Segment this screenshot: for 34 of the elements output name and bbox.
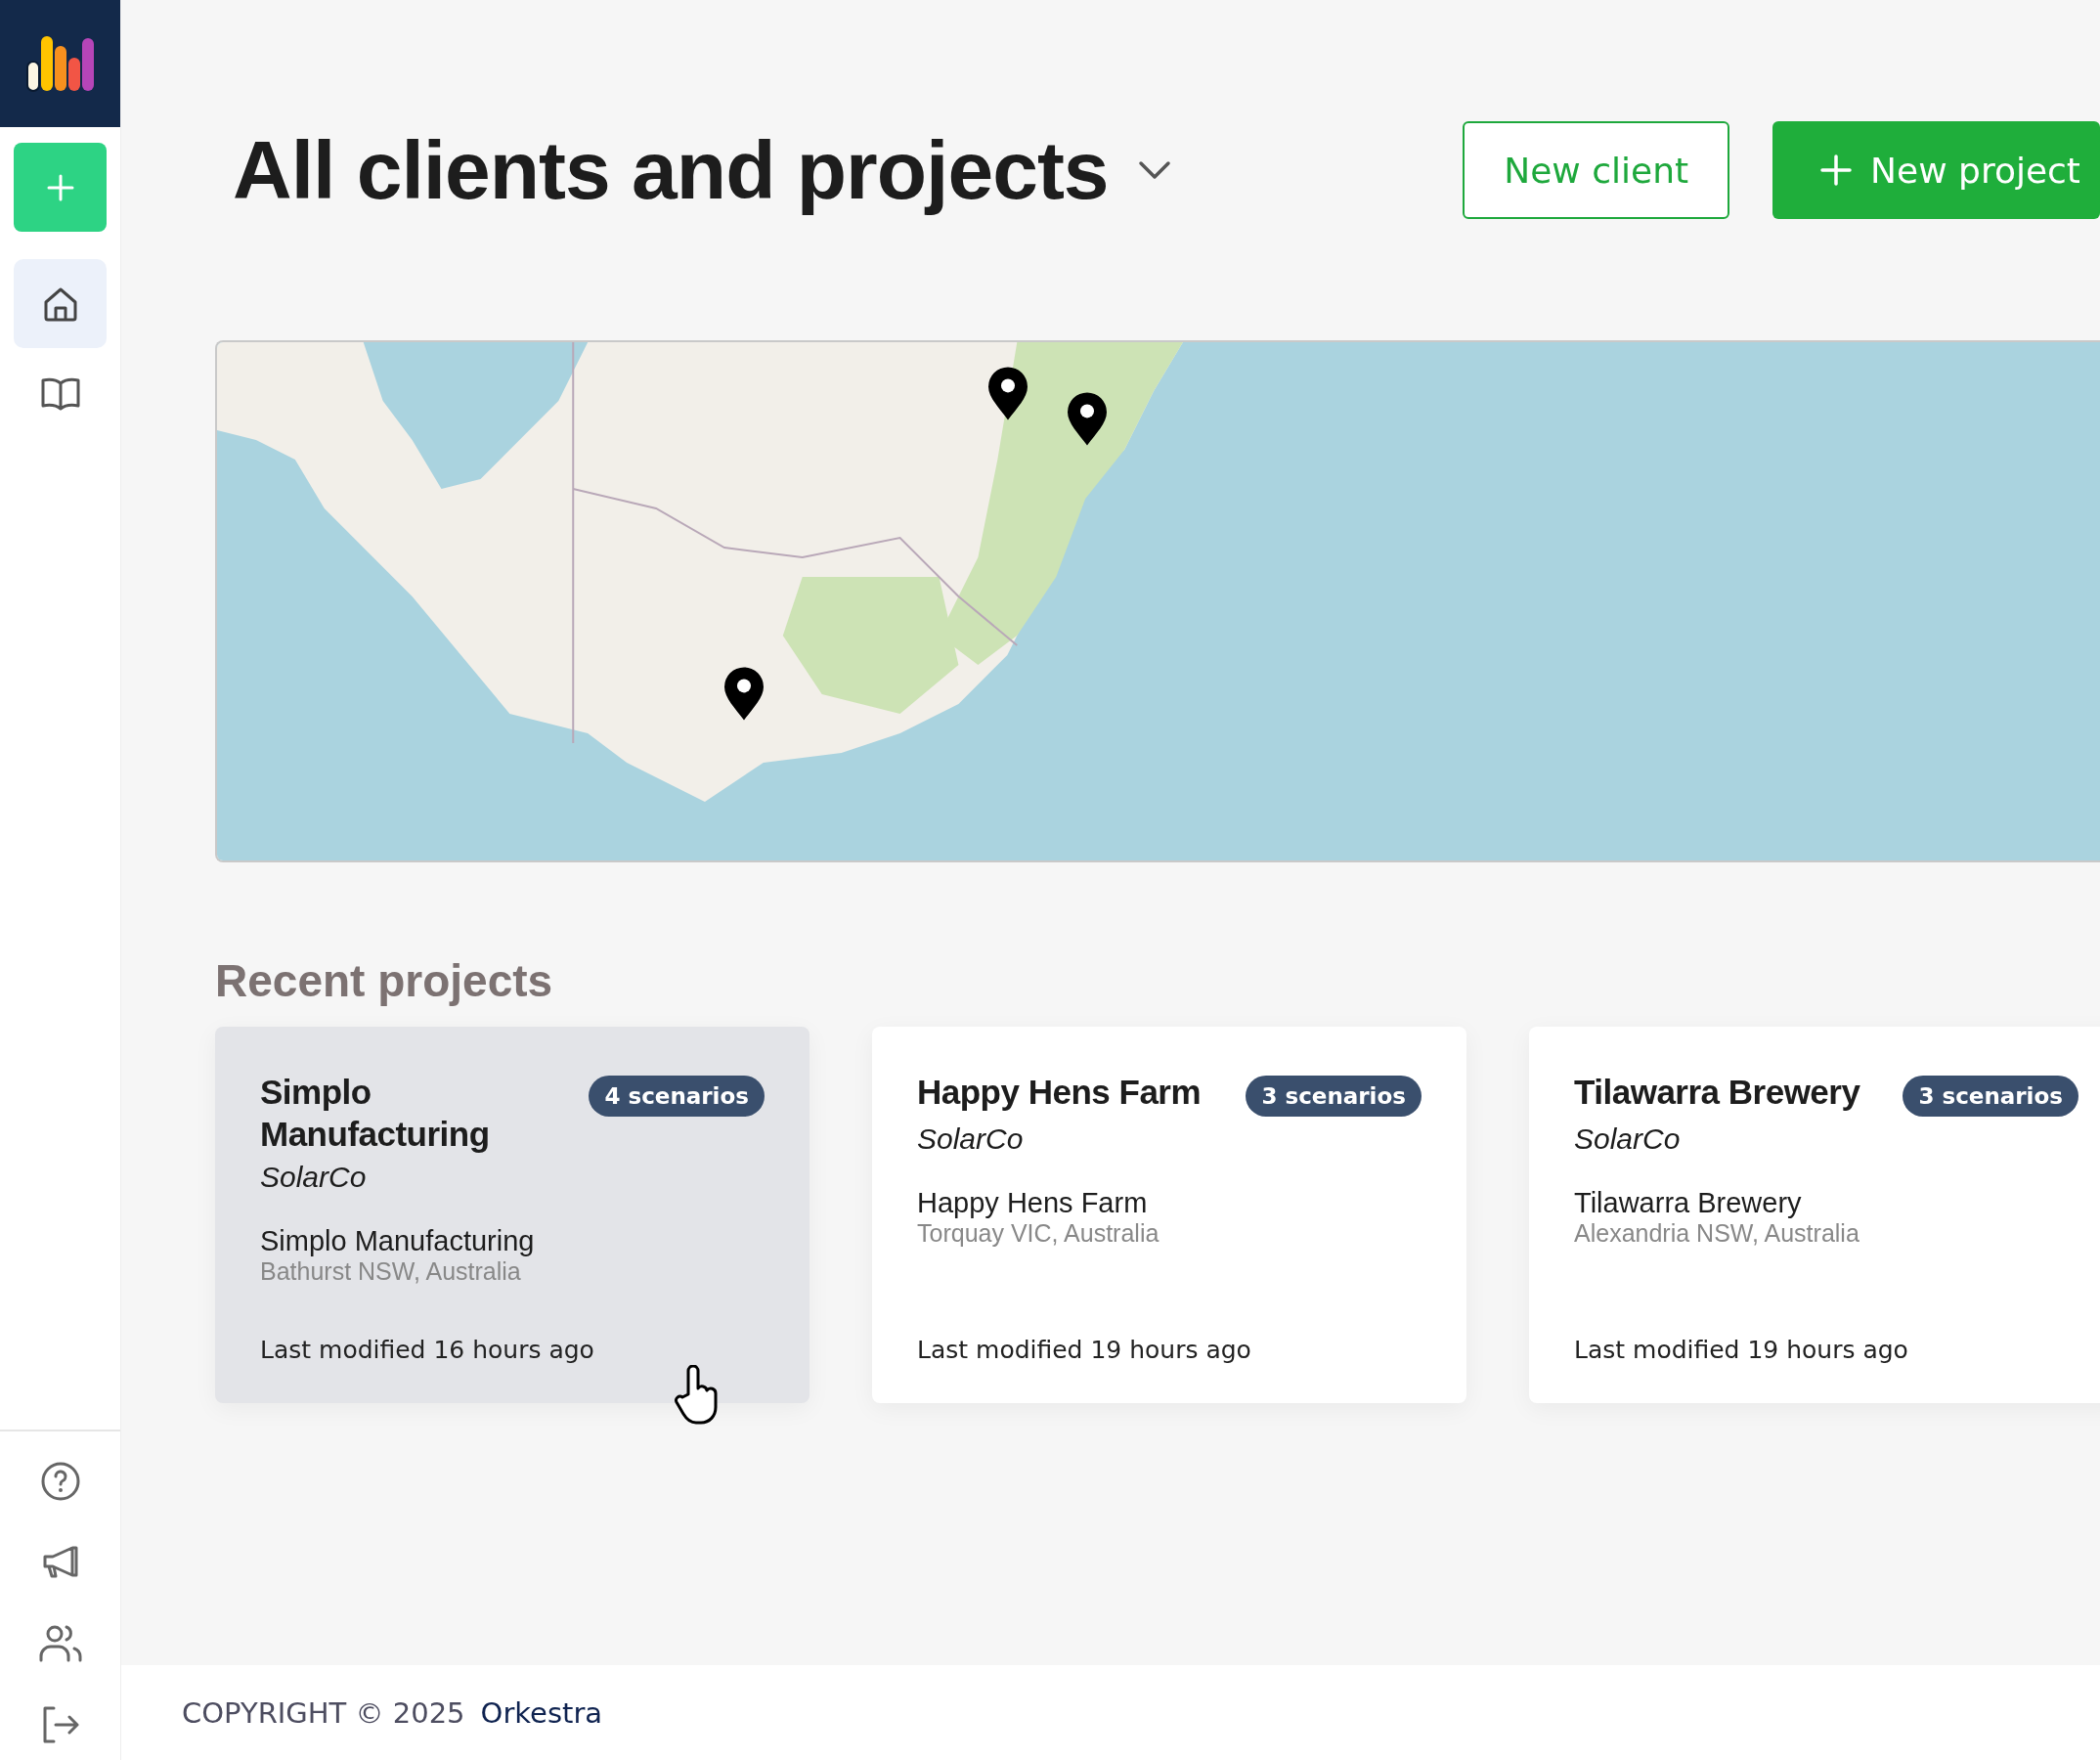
scenario-count-badge: 3 scenarios <box>1246 1076 1422 1117</box>
client-name: SolarCo <box>260 1161 368 1195</box>
site-name: Tilawarra Brewery <box>1574 1187 1803 1219</box>
client-name: SolarCo <box>1574 1122 1682 1156</box>
view-title-dropdown[interactable]: All clients and projects <box>215 122 1171 218</box>
project-title: Tilawarra Brewery <box>1574 1072 1860 1113</box>
section-heading: Recent projects <box>215 954 554 1007</box>
users-button[interactable] <box>38 1623 82 1662</box>
users-icon <box>38 1623 82 1662</box>
client-name: SolarCo <box>917 1122 1025 1156</box>
project-title: Simplo Manufacturing <box>260 1072 491 1155</box>
copyright-text: COPYRIGHT © 2025 <box>182 1695 465 1730</box>
project-card[interactable]: Happy Hens Farm 3 scenarios SolarCo Happy Hens Farm Torquay VIC, Australia Last modified 19 hours ago <box>872 1027 1466 1403</box>
help-button[interactable] <box>39 1461 81 1502</box>
last-modified-text: Last modified 16 hours ago <box>260 1336 595 1364</box>
chevron-down-icon <box>1137 160 1171 180</box>
site-address: Alexandria NSW, Australia <box>1574 1219 1860 1248</box>
project-title: Happy Hens Farm <box>917 1072 1202 1113</box>
last-modified-text: Last modified 19 hours ago <box>917 1336 1252 1364</box>
project-card[interactable]: Simplo Manufacturing 4 scenarios SolarCo Simplo Manufacturing Bathurst NSW, Australia Last modified 16 hours ago <box>215 1027 809 1403</box>
scenario-count-badge: 4 scenarios <box>589 1076 765 1117</box>
last-modified-text: Last modified 19 hours ago <box>1574 1336 1909 1364</box>
home-nav-item[interactable] <box>14 259 107 348</box>
scenario-count-badge: 3 scenarios <box>1903 1076 2078 1117</box>
brand-link[interactable]: Orkestra <box>480 1695 603 1730</box>
site-name: Simplo Manufacturing <box>260 1225 536 1258</box>
project-card[interactable]: Tilawarra Brewery 3 scenarios SolarCo Tilawarra Brewery Alexandria NSW, Australia Last modified 19 hours ago <box>1529 1027 2100 1403</box>
bar-chart-logo-icon <box>24 34 96 93</box>
help-icon <box>39 1461 81 1502</box>
site-address: Bathurst NSW, Australia <box>260 1257 522 1287</box>
site-address: Torquay VIC, Australia <box>917 1219 1160 1248</box>
plus-icon <box>1819 154 1854 187</box>
plus-icon <box>45 172 75 202</box>
site-name: Happy Hens Farm <box>917 1187 1149 1219</box>
